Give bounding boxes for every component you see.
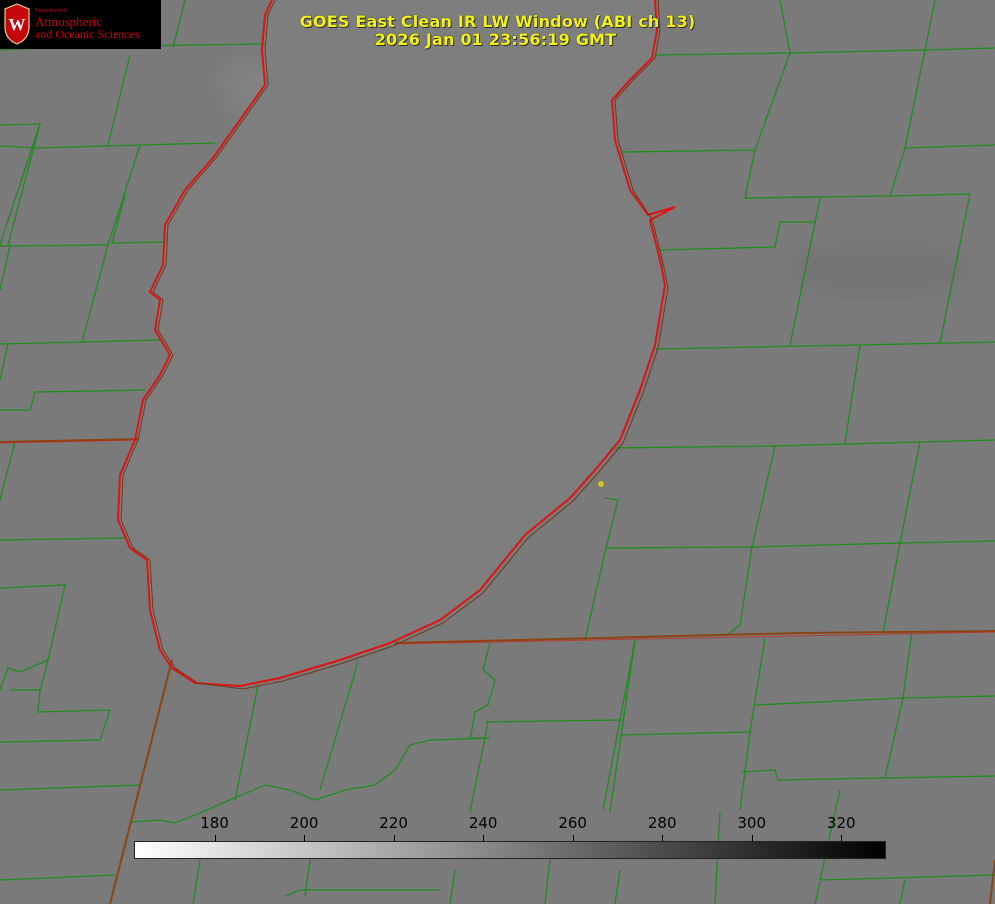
colorbar-tick-label: 220 bbox=[379, 814, 408, 832]
colorbar-tick-mark bbox=[662, 835, 664, 841]
colorbar-tick-label: 280 bbox=[647, 814, 677, 832]
colorbar-tick-label: 300 bbox=[737, 814, 767, 832]
image-title: GOES East Clean IR LW Window (ABI ch 13) bbox=[299, 12, 696, 31]
image-timestamp: 2026 Jan 01 23:56:19 GMT bbox=[374, 30, 617, 49]
colorbar-tick-mark bbox=[214, 835, 216, 841]
colorbar-tick-mark bbox=[393, 835, 395, 841]
colorbar bbox=[134, 841, 886, 859]
colorbar-tick-label: 260 bbox=[558, 814, 587, 832]
colorbar-tick-label: 240 bbox=[468, 814, 498, 832]
cloud-patch bbox=[790, 245, 970, 295]
satellite-map bbox=[0, 0, 995, 904]
colorbar-tick-mark bbox=[304, 835, 306, 841]
colorbar-tick-mark bbox=[751, 835, 753, 841]
colorbar-tick-mark bbox=[841, 835, 843, 841]
colorbar-tick-label: 200 bbox=[289, 814, 319, 832]
colorbar-tick-mark bbox=[483, 835, 485, 841]
colorbar-tick-label: 320 bbox=[826, 814, 856, 832]
colorbar-tick-label: 180 bbox=[200, 814, 229, 832]
location-marker bbox=[598, 481, 604, 487]
colorbar-tick-mark bbox=[572, 835, 574, 841]
